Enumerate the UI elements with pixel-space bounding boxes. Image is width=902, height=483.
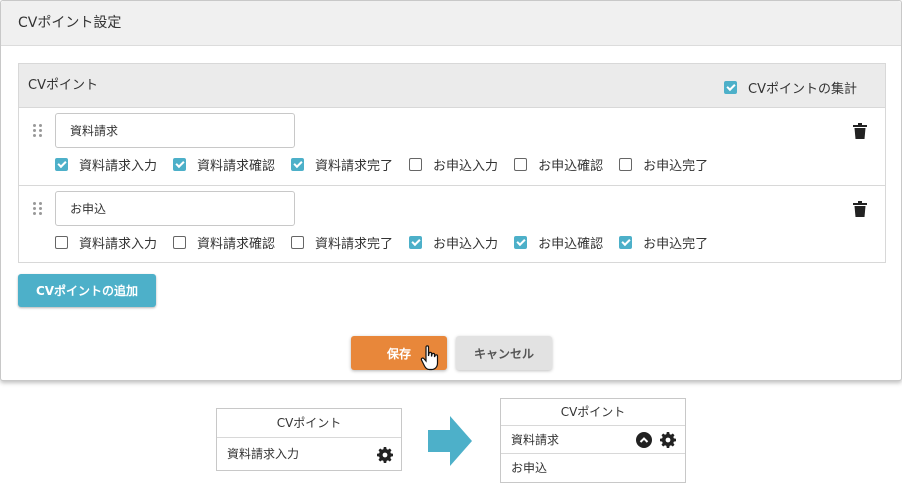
after-header: CVポイント <box>501 399 685 426</box>
arrow-right-icon <box>428 416 472 466</box>
cv-point-panel: CVポイント CVポイントの集計 資料請求入力 資料請求確認 資料請求完了 <box>18 63 886 263</box>
add-cv-point-button[interactable]: CVポイントの追加 <box>18 274 156 307</box>
panel-header: CVポイント CVポイントの集計 <box>19 64 885 108</box>
phase-option[interactable]: お申込入力 <box>409 155 498 174</box>
phase-option[interactable]: お申込確認 <box>514 155 603 174</box>
cv-row: 資料請求入力 資料請求確認 資料請求完了 お申込入力 お申込確認 お申込完了 <box>19 186 885 264</box>
cv-name-input[interactable] <box>55 191 295 226</box>
before-cv-box: CVポイント 資料請求入力 <box>216 408 402 471</box>
checkbox[interactable] <box>291 158 305 171</box>
phase-option[interactable]: お申込完了 <box>619 155 708 174</box>
phase-option[interactable]: お申込入力 <box>409 233 498 252</box>
gear-icon[interactable] <box>660 431 676 448</box>
checkbox[interactable] <box>514 158 528 171</box>
checkbox[interactable] <box>55 158 68 171</box>
checkbox[interactable] <box>173 158 187 171</box>
after-item: 資料請求 <box>501 426 685 454</box>
modal-title: CVポイント設定 <box>1 1 901 46</box>
aggregate-checkbox[interactable] <box>724 81 737 94</box>
trash-icon[interactable] <box>853 201 867 217</box>
chevron-up-icon[interactable] <box>636 431 652 448</box>
phase-option[interactable]: 資料請求入力 <box>55 233 157 252</box>
phase-option[interactable]: お申込完了 <box>619 233 708 252</box>
aggregate-label: CVポイントの集計 <box>748 82 857 97</box>
gear-icon[interactable] <box>377 446 393 463</box>
phase-checkboxes: 資料請求入力 資料請求確認 資料請求完了 お申込入力 お申込確認 お申込完了 <box>55 155 724 174</box>
checkbox[interactable] <box>619 236 633 249</box>
checkbox[interactable] <box>514 236 528 249</box>
phase-option[interactable]: 資料請求確認 <box>173 233 275 252</box>
drag-handle-icon[interactable] <box>33 202 43 216</box>
checkbox[interactable] <box>173 236 187 249</box>
drag-handle-icon[interactable] <box>33 124 43 138</box>
before-header: CVポイント <box>217 409 401 438</box>
cv-name-input[interactable] <box>55 113 295 148</box>
after-item: お申込 <box>501 454 685 482</box>
after-cv-box: CVポイント 資料請求 お申込 <box>500 398 686 483</box>
aggregate-toggle[interactable]: CVポイントの集計 <box>724 78 857 97</box>
phase-option[interactable]: お申込確認 <box>514 233 603 252</box>
phase-option[interactable]: 資料請求確認 <box>173 155 275 174</box>
before-item: 資料請求入力 <box>217 438 401 471</box>
phase-option[interactable]: 資料請求完了 <box>291 233 393 252</box>
after-item-label: お申込 <box>511 461 548 475</box>
cv-row: 資料請求入力 資料請求確認 資料請求完了 お申込入力 お申込確認 お申込完了 <box>19 108 885 186</box>
phase-option[interactable]: 資料請求完了 <box>291 155 393 174</box>
cv-settings-modal: CVポイント設定 CVポイント CVポイントの集計 資料請求入力 <box>0 0 902 381</box>
checkbox[interactable] <box>409 158 423 171</box>
hand-cursor-icon <box>420 345 439 371</box>
checkbox[interactable] <box>55 236 68 249</box>
cancel-button[interactable]: キャンセル <box>456 336 552 370</box>
phase-checkboxes: 資料請求入力 資料請求確認 資料請求完了 お申込入力 お申込確認 お申込完了 <box>55 233 724 252</box>
checkbox[interactable] <box>409 236 423 249</box>
after-item-label: 資料請求 <box>511 433 560 447</box>
checkbox[interactable] <box>291 236 305 249</box>
checkbox[interactable] <box>619 158 633 171</box>
before-item-label: 資料請求入力 <box>227 447 300 461</box>
trash-icon[interactable] <box>853 123 867 139</box>
phase-option[interactable]: 資料請求入力 <box>55 155 157 174</box>
panel-title: CVポイント <box>28 78 98 93</box>
